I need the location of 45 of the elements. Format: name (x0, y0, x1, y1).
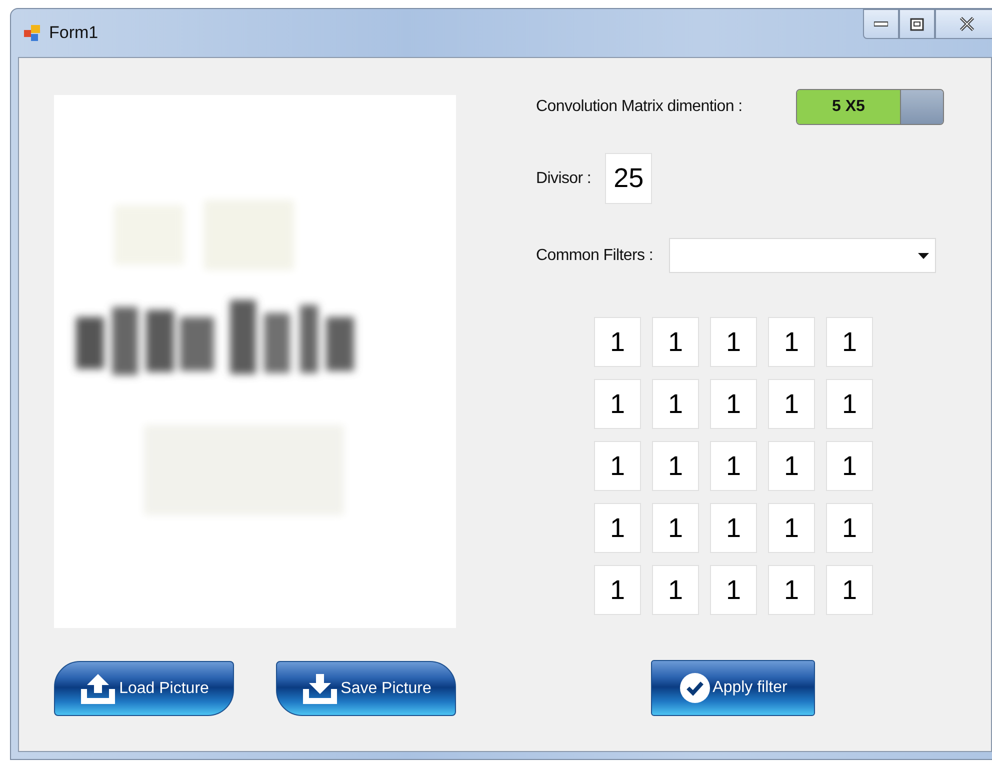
matrix-cell[interactable]: 1 (710, 503, 757, 553)
save-picture-button[interactable]: Save Picture (276, 661, 456, 716)
matrix-cell[interactable]: 1 (710, 441, 757, 491)
matrix-cell[interactable]: 1 (768, 503, 815, 553)
minimize-button[interactable] (863, 9, 899, 39)
restore-icon (910, 18, 924, 30)
matrix-cell[interactable]: 1 (594, 379, 641, 429)
matrix-cell[interactable]: 1 (826, 317, 873, 367)
divisor-field[interactable]: 25 (605, 153, 652, 204)
matrix-cell[interactable]: 1 (710, 565, 757, 615)
matrix-cell[interactable]: 1 (710, 379, 757, 429)
matrix-cell[interactable]: 1 (652, 317, 699, 367)
window-title: Form1 (49, 23, 98, 43)
checkmark-icon (678, 672, 711, 704)
matrix-cell[interactable]: 1 (826, 503, 873, 553)
upload-icon (79, 672, 118, 704)
matrix-cell[interactable]: 1 (594, 317, 641, 367)
matrix-cell[interactable]: 1 (768, 565, 815, 615)
matrix-dimension-label: Convolution Matrix dimention : (536, 98, 742, 116)
download-icon (300, 672, 339, 704)
load-picture-button[interactable]: Load Picture (54, 661, 234, 716)
matrix-cell[interactable]: 1 (826, 565, 873, 615)
matrix-cell[interactable]: 1 (594, 441, 641, 491)
matrix-cell[interactable]: 1 (768, 379, 815, 429)
matrix-cell[interactable]: 1 (652, 441, 699, 491)
divisor-label: Divisor : (536, 170, 592, 188)
restore-button[interactable] (899, 9, 935, 39)
apply-filter-button[interactable]: Apply filter (651, 660, 815, 716)
dropdown-caret-icon (918, 252, 929, 258)
matrix-cell[interactable]: 1 (826, 379, 873, 429)
matrix-cell[interactable]: 1 (652, 503, 699, 553)
matrix-cell[interactable]: 1 (768, 441, 815, 491)
app-icon (23, 24, 41, 42)
matrix-cell[interactable]: 1 (594, 503, 641, 553)
matrix-cell[interactable]: 1 (710, 317, 757, 367)
close-button[interactable] (935, 9, 992, 39)
matrix-cell[interactable]: 1 (826, 441, 873, 491)
matrix-cell[interactable]: 1 (652, 565, 699, 615)
common-filters-label: Common Filters : (536, 246, 653, 264)
matrix-cell[interactable]: 1 (768, 317, 815, 367)
matrix-cell[interactable]: 1 (594, 565, 641, 615)
minimize-icon (874, 21, 888, 27)
dimension-toggle[interactable]: 5 X5 (796, 89, 944, 125)
matrix-cell[interactable]: 1 (652, 379, 699, 429)
close-icon (959, 17, 975, 31)
